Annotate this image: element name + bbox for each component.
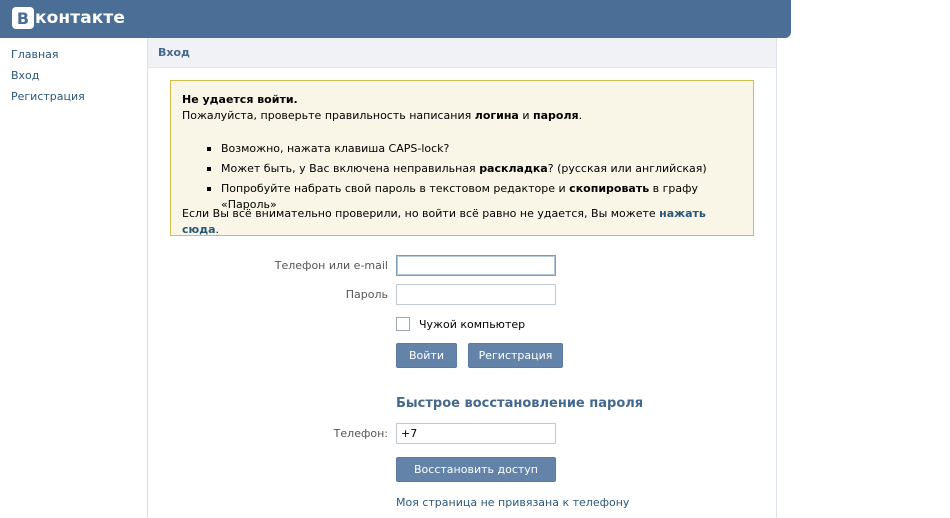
foreign-computer-checkbox[interactable] xyxy=(396,317,410,331)
restore-access-button[interactable]: Восстановить доступ xyxy=(396,457,556,482)
tip-text: Может быть, у Вас включена неправильная xyxy=(221,162,480,175)
password-field[interactable] xyxy=(396,284,556,305)
notice-intro-login: логина xyxy=(474,109,519,122)
email-label: Телефон или e-mail xyxy=(274,259,388,272)
recovery-title: Быстрое восстановление пароля xyxy=(396,396,644,411)
phone-label: Телефон: xyxy=(333,427,388,440)
notice-intro-dot: . xyxy=(578,109,583,122)
logo-text: контакте xyxy=(35,8,126,28)
phone-row: Телефон: xyxy=(148,423,778,445)
notice-tip: Попробуйте набрать свой пароль в текстов… xyxy=(203,181,741,211)
notice-intro: Пожалуйста, проверьте правильность напис… xyxy=(182,108,741,124)
login-button[interactable]: Войти xyxy=(396,343,457,368)
nav-item-register[interactable]: Регистрация xyxy=(11,90,131,111)
email-row: Телефон или e-mail xyxy=(148,255,778,277)
password-label: Пароль xyxy=(345,288,388,301)
email-field[interactable] xyxy=(396,255,556,276)
login-error-notice: Не удается войти. Пожалуйста, проверьте … xyxy=(170,80,754,236)
tip-text-end: ? (русская или английская) xyxy=(547,162,707,175)
foreign-computer-row[interactable]: Чужой компьютер xyxy=(396,316,525,332)
foreign-computer-label[interactable]: Чужой компьютер xyxy=(419,318,525,331)
notice-intro-text: Пожалуйста, проверьте правильность напис… xyxy=(182,109,475,122)
top-bar: В контакте xyxy=(0,0,791,38)
no-phone-link[interactable]: Моя страница не привязана к телефону xyxy=(396,496,629,509)
notice-intro-password: пароля xyxy=(533,109,579,122)
notice-intro-and: и xyxy=(518,109,534,122)
tip-text: Возможно, нажата клавиша CAPS-lock? xyxy=(221,142,450,155)
password-row: Пароль xyxy=(148,284,778,306)
vk-logo[interactable]: В контакте xyxy=(12,6,125,30)
tip-text: Попробуйте набрать свой пароль в текстов… xyxy=(221,182,570,195)
notice-footer-dot: . xyxy=(215,223,220,236)
register-button[interactable]: Регистрация xyxy=(468,343,563,368)
notice-tips-list: Возможно, нажата клавиша CAPS-lock? Може… xyxy=(203,141,741,211)
notice-title: Не удается войти. xyxy=(182,93,298,106)
page-title: Вход xyxy=(148,38,776,68)
main-panel: Вход Не удается войти. Пожалуйста, прове… xyxy=(147,38,777,518)
notice-tip: Может быть, у Вас включена неправильная … xyxy=(203,161,741,181)
logo-badge: В xyxy=(12,7,34,29)
left-nav: Главная Вход Регистрация xyxy=(11,48,131,111)
tip-bold: скопировать xyxy=(569,182,650,195)
nav-item-login[interactable]: Вход xyxy=(11,69,131,90)
notice-tip: Возможно, нажата клавиша CAPS-lock? xyxy=(203,141,741,161)
nav-item-home[interactable]: Главная xyxy=(11,48,131,69)
phone-field[interactable] xyxy=(396,423,556,444)
tip-bold: раскладка xyxy=(479,162,548,175)
